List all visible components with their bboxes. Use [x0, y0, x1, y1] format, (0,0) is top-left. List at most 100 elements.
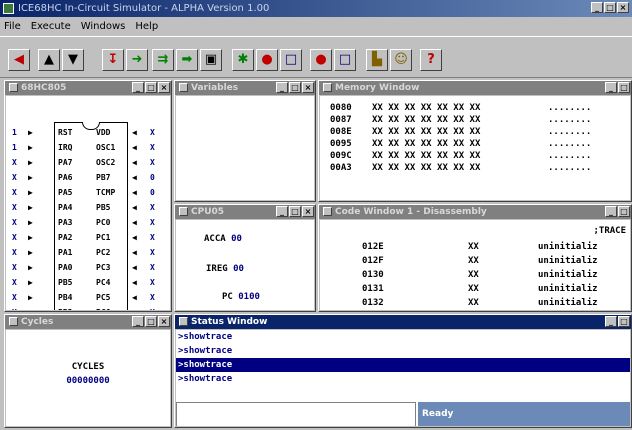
- pin-direction[interactable]: X: [12, 248, 17, 258]
- status-line[interactable]: >showtrace: [176, 358, 630, 372]
- pin-direction[interactable]: X: [150, 128, 155, 138]
- window-menu-icon[interactable]: [323, 207, 332, 216]
- run-icon[interactable]: ➡: [176, 49, 198, 71]
- close-button[interactable]: ×: [302, 206, 314, 217]
- help-icon[interactable]: ?: [420, 49, 442, 71]
- pin-label: OSC1: [96, 143, 116, 152]
- pin-direction[interactable]: X: [12, 308, 17, 310]
- go-icon[interactable]: ✱: [232, 49, 254, 71]
- pin-direction[interactable]: 0: [150, 188, 155, 198]
- window-menu-icon[interactable]: [9, 83, 18, 92]
- memory-row[interactable]: 008E XX XX XX XX XX XX XX........: [330, 126, 630, 138]
- pin-direction[interactable]: X: [12, 173, 17, 183]
- pin-direction[interactable]: 0: [150, 173, 155, 183]
- menu-file[interactable]: File: [4, 21, 21, 32]
- pin-direction[interactable]: X: [150, 203, 155, 213]
- pin-direction[interactable]: X: [12, 263, 17, 273]
- pin-direction[interactable]: X: [12, 293, 17, 303]
- step-over-icon[interactable]: ➜: [126, 49, 148, 71]
- multi-step-icon[interactable]: ⇉: [152, 49, 174, 71]
- menu-windows[interactable]: Windows: [81, 21, 126, 32]
- pin-direction[interactable]: X: [150, 158, 155, 168]
- pin-direction[interactable]: X: [12, 203, 17, 213]
- menu-help[interactable]: Help: [135, 21, 158, 32]
- pin-direction[interactable]: 1: [12, 128, 17, 138]
- pin-direction[interactable]: X: [150, 263, 155, 273]
- memory-row[interactable]: 009C XX XX XX XX XX XX XX........: [330, 150, 630, 162]
- minimize-button[interactable]: _: [276, 206, 288, 217]
- pin-direction[interactable]: X: [12, 278, 17, 288]
- maximize-button[interactable]: □: [289, 82, 301, 93]
- status-log[interactable]: >showtrace >showtrace >showtrace >showtrace…: [176, 330, 630, 426]
- status-line[interactable]: >showtrace: [176, 330, 630, 344]
- pin-direction[interactable]: X: [12, 188, 17, 198]
- breakpoint-icon[interactable]: ▣: [200, 49, 222, 71]
- register-acca[interactable]: ACCA 00: [204, 234, 242, 244]
- pin-direction[interactable]: X: [12, 218, 17, 228]
- window-menu-icon[interactable]: [179, 207, 188, 216]
- page-icon[interactable]: □: [334, 49, 356, 71]
- window-menu-icon[interactable]: [179, 83, 188, 92]
- window-menu-icon[interactable]: [323, 83, 332, 92]
- code-row[interactable]: 0132 XX uninitializ: [320, 296, 630, 310]
- pin-direction[interactable]: X: [150, 248, 155, 258]
- code-row[interactable]: 0131 XX uninitializ: [320, 282, 630, 296]
- clear-icon[interactable]: □: [280, 49, 302, 71]
- minimize-button[interactable]: _: [132, 82, 144, 93]
- pin-direction[interactable]: X: [150, 308, 155, 310]
- minimize-button[interactable]: _: [132, 316, 144, 327]
- memory-row[interactable]: 00A3 XX XX XX XX XX XX XX........: [330, 162, 630, 174]
- status-line[interactable]: >showtrace: [176, 372, 630, 386]
- minimize-button[interactable]: _: [605, 82, 617, 93]
- code-row[interactable]: 0130 XX uninitializ: [320, 268, 630, 282]
- window-menu-icon[interactable]: [9, 317, 18, 326]
- pin-direction[interactable]: X: [150, 293, 155, 303]
- maximize-button[interactable]: □: [618, 316, 630, 327]
- memory-address: 00A3: [330, 163, 352, 173]
- memory-row[interactable]: 0080 XX XX XX XX XX XX XX........: [330, 102, 630, 114]
- minimize-button[interactable]: _: [591, 2, 603, 13]
- save-icon[interactable]: ▼: [62, 49, 84, 71]
- close-button[interactable]: ×: [158, 316, 170, 327]
- command-input[interactable]: [176, 402, 416, 426]
- code-row[interactable]: 012F XX uninitializ: [320, 254, 630, 268]
- back-arrow-icon[interactable]: ◀: [8, 49, 30, 71]
- graph-icon[interactable]: ▙: [366, 49, 388, 71]
- status-line[interactable]: >showtrace: [176, 344, 630, 358]
- pin-direction[interactable]: X: [150, 143, 155, 153]
- memory-row[interactable]: 0095 XX XX XX XX XX XX XX........: [330, 138, 630, 150]
- pin-direction[interactable]: X: [12, 233, 17, 243]
- minimize-button[interactable]: _: [605, 206, 617, 217]
- close-button[interactable]: ×: [158, 82, 170, 93]
- maximize-button[interactable]: □: [145, 82, 157, 93]
- close-button[interactable]: ×: [617, 2, 629, 13]
- variables-list[interactable]: [176, 96, 314, 200]
- disassembly-view[interactable]: ;TRACE 012E XX uninitializ 012F XX uninitiali…: [320, 220, 630, 310]
- maximize-button[interactable]: □: [618, 206, 630, 217]
- maximize-button[interactable]: □: [145, 316, 157, 327]
- minimize-button[interactable]: _: [605, 316, 617, 327]
- maximize-button[interactable]: □: [289, 206, 301, 217]
- pin-direction[interactable]: X: [150, 233, 155, 243]
- pin-direction[interactable]: X: [150, 278, 155, 288]
- stop-icon[interactable]: ●: [256, 49, 278, 71]
- maximize-button[interactable]: □: [618, 82, 630, 93]
- memory-dump[interactable]: 0080 XX XX XX XX XX XX XX........ 0087 XX X…: [320, 96, 630, 200]
- maximize-button[interactable]: □: [604, 2, 616, 13]
- pin-direction[interactable]: X: [150, 218, 155, 228]
- menu-execute[interactable]: Execute: [31, 21, 71, 32]
- minimize-button[interactable]: _: [276, 82, 288, 93]
- code-row[interactable]: 012E XX uninitializ: [320, 240, 630, 254]
- pin-direction[interactable]: 1: [12, 143, 17, 153]
- record-icon[interactable]: ●: [310, 49, 332, 71]
- window-menu-icon[interactable]: [179, 317, 188, 326]
- register-pc[interactable]: PC 0100: [222, 292, 260, 302]
- step-icon[interactable]: ↧: [102, 49, 124, 71]
- close-button[interactable]: ×: [302, 82, 314, 93]
- load-icon[interactable]: ▲: [38, 49, 60, 71]
- pin-direction[interactable]: X: [12, 158, 17, 168]
- watch-icon[interactable]: ☺: [390, 49, 412, 71]
- register-name: PC: [222, 292, 233, 302]
- memory-row[interactable]: 0087 XX XX XX XX XX XX XX........: [330, 114, 630, 126]
- register-ireg[interactable]: IREG 00: [206, 264, 244, 274]
